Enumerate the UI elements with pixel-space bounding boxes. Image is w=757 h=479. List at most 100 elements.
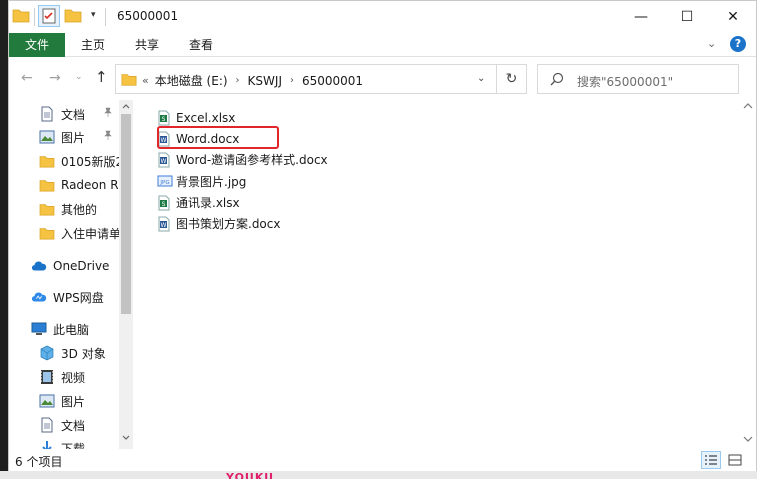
new-folder-icon bbox=[64, 9, 82, 23]
large-icons-view-button[interactable] bbox=[725, 451, 745, 469]
list-item[interactable]: W 图书策划方案.docx bbox=[157, 213, 280, 234]
folder-icon bbox=[39, 225, 55, 241]
address-bar[interactable]: « 本地磁盘 (E:) › KSWJJ › 65000001 ⌄ bbox=[115, 64, 497, 94]
tab-share[interactable]: 共享 bbox=[121, 33, 173, 57]
onedrive-icon bbox=[31, 258, 47, 274]
list-item[interactable]: JPG 背景图片.jpg bbox=[157, 171, 246, 192]
scroll-up-icon[interactable] bbox=[743, 102, 753, 112]
toolbar-separator bbox=[34, 8, 35, 26]
sidebar-item-label: 图片 bbox=[61, 130, 86, 145]
excel-file-icon: S bbox=[157, 110, 173, 126]
recent-locations-button[interactable]: ⌄ bbox=[75, 72, 83, 82]
sidebar-item-label: 其他的 bbox=[61, 202, 98, 217]
back-button[interactable]: ← bbox=[21, 70, 33, 86]
file-list: S Excel.xlsx W Word.docx W Word-邀请函参考样式.… bbox=[133, 100, 756, 449]
scroll-down-icon[interactable] bbox=[743, 435, 753, 445]
svg-text:W: W bbox=[161, 222, 167, 229]
folder-icon bbox=[39, 201, 55, 217]
folder-icon bbox=[39, 153, 55, 169]
breadcrumb: « 本地磁盘 (E:) › KSWJJ › 65000001 bbox=[142, 72, 363, 89]
svg-text:S: S bbox=[162, 201, 166, 208]
list-item[interactable]: W Word-邀请函参考样式.docx bbox=[157, 149, 328, 170]
chevron-right-icon[interactable]: › bbox=[236, 75, 240, 86]
word-file-icon: W bbox=[157, 216, 173, 232]
image-file-icon: JPG bbox=[157, 174, 173, 190]
sidebar-item-label: 图片 bbox=[61, 394, 86, 409]
customize-toolbar-dropdown[interactable]: ▾ bbox=[91, 10, 96, 20]
refresh-button[interactable]: ↻ bbox=[497, 64, 527, 94]
3d-objects-icon bbox=[39, 345, 55, 361]
breadcrumb-overflow[interactable]: « bbox=[142, 74, 149, 87]
sidebar-item-label: 视频 bbox=[61, 370, 86, 385]
search-box[interactable]: 搜索"65000001" bbox=[537, 64, 739, 94]
desktop-background bbox=[0, 0, 8, 479]
download-icon bbox=[39, 440, 55, 449]
computer-icon bbox=[31, 321, 47, 337]
tab-file[interactable]: 文件 bbox=[9, 33, 65, 57]
selection-highlight bbox=[157, 126, 279, 149]
breadcrumb-drive[interactable]: 本地磁盘 (E:) bbox=[155, 72, 228, 89]
large-icons-view-icon bbox=[728, 454, 742, 466]
scroll-down-icon[interactable] bbox=[122, 434, 130, 443]
sidebar-item-label: OneDrive bbox=[53, 259, 110, 273]
video-icon bbox=[39, 369, 55, 385]
chevron-right-icon[interactable]: › bbox=[290, 75, 294, 86]
address-history-dropdown[interactable]: ⌄ bbox=[477, 73, 485, 84]
search-icon bbox=[550, 72, 564, 89]
details-view-icon bbox=[705, 455, 717, 465]
svg-text:W: W bbox=[161, 158, 167, 165]
up-button[interactable]: ↑ bbox=[95, 68, 108, 86]
maximize-button[interactable]: ☐ bbox=[664, 1, 710, 33]
file-name: Word-邀请函参考样式.docx bbox=[176, 153, 328, 167]
folder-icon bbox=[121, 71, 137, 90]
status-bar: 6 个项目 bbox=[9, 449, 756, 471]
scrollbar-thumb[interactable] bbox=[121, 114, 131, 314]
forward-button[interactable]: → bbox=[49, 70, 61, 86]
navigation-pane: 文档 图片 0105新版2 Radeon R 其他的 入住申请单 OneDriv… bbox=[9, 100, 133, 449]
breadcrumb-current[interactable]: 65000001 bbox=[302, 74, 363, 88]
file-name: 通讯录.xlsx bbox=[176, 196, 240, 210]
sidebar-item-onedrive[interactable]: OneDrive bbox=[31, 255, 133, 277]
list-item[interactable]: S 通讯录.xlsx bbox=[157, 192, 240, 213]
document-icon bbox=[39, 417, 55, 433]
picture-icon bbox=[39, 393, 55, 409]
folder-icon bbox=[39, 177, 55, 193]
excel-file-icon: S bbox=[157, 195, 173, 211]
properties-icon bbox=[42, 8, 56, 24]
tab-view[interactable]: 查看 bbox=[173, 33, 229, 57]
file-explorer-window: ▾ 65000001 — ☐ ✕ 文件 主页 共享 查看 ⌄ ? ← → ⌄ ↑… bbox=[8, 0, 757, 471]
picture-icon bbox=[39, 129, 55, 145]
sidebar-item-label: 文档 bbox=[61, 418, 86, 433]
close-button[interactable]: ✕ bbox=[710, 1, 756, 33]
item-count: 6 个项目 bbox=[15, 455, 63, 469]
sidebar-item-wps-cloud[interactable]: WPS网盘 bbox=[31, 286, 133, 308]
properties-button[interactable] bbox=[38, 5, 60, 27]
help-icon[interactable]: ? bbox=[730, 36, 746, 52]
details-view-button[interactable] bbox=[701, 451, 721, 469]
new-folder-button[interactable] bbox=[64, 7, 82, 26]
tab-home[interactable]: 主页 bbox=[65, 33, 121, 57]
expand-ribbon-button[interactable]: ⌄ bbox=[707, 37, 716, 50]
wps-cloud-icon bbox=[31, 289, 47, 305]
svg-text:S: S bbox=[162, 116, 166, 123]
document-icon bbox=[39, 106, 55, 122]
list-item[interactable]: S Excel.xlsx bbox=[157, 107, 235, 128]
svg-text:JPG: JPG bbox=[159, 180, 169, 186]
window-title: 65000001 bbox=[117, 9, 179, 23]
background-app-brand: YOUKU bbox=[226, 471, 275, 479]
sidebar-item-label: 此电脑 bbox=[53, 322, 90, 337]
minimize-button[interactable]: — bbox=[618, 1, 664, 33]
content-scrollbar[interactable] bbox=[740, 100, 756, 449]
scroll-up-icon[interactable] bbox=[122, 102, 130, 111]
sidebar-item-label: 0105新版2 bbox=[61, 154, 124, 169]
search-input[interactable]: 搜索"65000001" bbox=[577, 73, 673, 90]
word-file-icon: W bbox=[157, 152, 173, 168]
sidebar-item-this-pc[interactable]: 此电脑 bbox=[31, 318, 133, 340]
title-bar: ▾ 65000001 — ☐ ✕ bbox=[9, 1, 756, 33]
breadcrumb-kswjj[interactable]: KSWJJ bbox=[248, 74, 282, 88]
pin-icon bbox=[103, 130, 113, 143]
title-separator bbox=[105, 8, 106, 26]
sidebar-item-label: 文档 bbox=[61, 107, 86, 122]
navpane-scrollbar[interactable] bbox=[119, 100, 133, 449]
folder-icon bbox=[12, 7, 30, 26]
